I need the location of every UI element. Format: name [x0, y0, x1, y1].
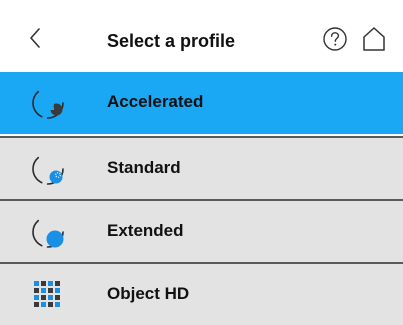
home-button[interactable] — [359, 24, 389, 54]
standard-profile-icon — [32, 153, 64, 185]
help-circle-icon — [323, 27, 347, 51]
object-hd-grid-icon — [34, 281, 60, 307]
extended-profile-icon — [32, 216, 64, 248]
profile-item-extended[interactable]: Extended — [0, 199, 403, 262]
profile-selection-screen: Select a profile Accelerated Standard Ex… — [0, 0, 403, 325]
profile-list: Accelerated Standard Extended Object HD — [0, 72, 403, 325]
profile-label: Standard — [107, 158, 181, 177]
profile-label: Accelerated — [107, 92, 204, 111]
profile-item-standard[interactable]: Standard — [0, 136, 403, 199]
page-title: Select a profile — [107, 31, 236, 51]
accelerated-profile-icon — [32, 87, 64, 119]
profile-item-accelerated[interactable]: Accelerated — [0, 72, 403, 134]
chevron-left-icon — [30, 28, 40, 48]
profile-item-object-hd[interactable]: Object HD — [0, 262, 403, 325]
help-button[interactable] — [322, 26, 348, 52]
profile-label: Extended — [107, 221, 184, 240]
header-bar: Select a profile — [0, 0, 403, 73]
home-icon — [363, 27, 385, 51]
profile-label: Object HD — [107, 284, 190, 303]
back-button[interactable] — [22, 24, 50, 52]
